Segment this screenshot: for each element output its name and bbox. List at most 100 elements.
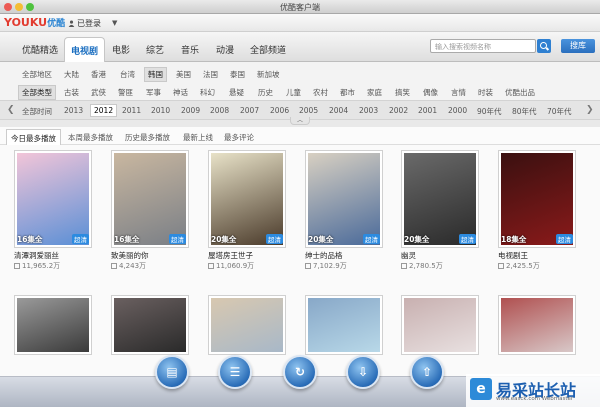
video-card[interactable] — [14, 295, 92, 355]
filter-genre-item[interactable]: 军事 — [146, 87, 161, 98]
video-card[interactable]: 20集全 超清 屋塔房王世子 11,060.9万 — [208, 150, 286, 271]
filter-region-item-selected[interactable]: 韩国 — [144, 67, 167, 82]
login-status[interactable]: 已登录 — [68, 18, 101, 29]
video-title[interactable]: 屋塔房王世子 — [208, 250, 286, 261]
filter-genre-item[interactable]: 言情 — [451, 87, 466, 98]
filter-year-item-selected[interactable]: 2012 — [90, 104, 118, 117]
sort-tab-comments[interactable]: 最多评论 — [224, 132, 254, 143]
filter-genre-item[interactable]: 古装 — [64, 87, 79, 98]
video-card[interactable]: 16集全 超清 致美丽的你 4,243万 — [111, 150, 189, 271]
filter-genre-item[interactable]: 悬疑 — [229, 87, 244, 98]
filter-year-item[interactable]: 70年代 — [547, 106, 572, 117]
filter-genre-item[interactable]: 偶像 — [423, 87, 438, 98]
year-next-icon[interactable]: ❯ — [586, 105, 594, 115]
filter-year-item[interactable]: 2002 — [389, 106, 408, 115]
year-prev-icon[interactable]: ❮ — [7, 105, 15, 115]
filter-genre-item[interactable]: 优酷出品 — [505, 87, 535, 98]
sort-tab-newest[interactable]: 最新上线 — [183, 132, 213, 143]
filter-region-item[interactable]: 全部地区 — [22, 69, 52, 80]
filter-year-item[interactable]: 2007 — [240, 106, 259, 115]
upload-icon[interactable]: ⇧ — [410, 355, 444, 389]
download-icon[interactable]: ⇩ — [346, 355, 380, 389]
search-icon[interactable] — [537, 39, 551, 53]
filter-year-item[interactable]: 2001 — [418, 106, 437, 115]
video-title[interactable]: 清潭洞爱丽丝 — [14, 250, 92, 261]
play-count-icon — [498, 263, 504, 269]
filter-genre-item[interactable]: 武侠 — [91, 87, 106, 98]
filter-year-item[interactable]: 90年代 — [477, 106, 502, 117]
menu-caret-icon[interactable]: ▼ — [112, 19, 117, 27]
list-icon[interactable]: ☰ — [218, 355, 252, 389]
video-card[interactable] — [498, 295, 576, 355]
filter-year-item[interactable]: 2005 — [299, 106, 318, 115]
filter-region-item[interactable]: 香港 — [91, 69, 106, 80]
filter-region-item[interactable]: 法国 — [203, 69, 218, 80]
filter-year-item[interactable]: 2010 — [151, 106, 170, 115]
filter-genre-item[interactable]: 家庭 — [367, 87, 382, 98]
video-card[interactable] — [401, 295, 479, 355]
filter-year-item[interactable]: 2004 — [329, 106, 348, 115]
poster-image — [308, 153, 380, 245]
filter-year-item[interactable]: 2006 — [270, 106, 289, 115]
refresh-icon[interactable]: ↻ — [283, 355, 317, 389]
filter-region-item[interactable]: 泰国 — [230, 69, 245, 80]
filter-region-item[interactable]: 大陆 — [64, 69, 79, 80]
filter-genre-item[interactable]: 儿童 — [286, 87, 301, 98]
video-poster[interactable]: 18集全 超清 — [498, 150, 576, 248]
filter-region-item[interactable]: 新加坡 — [257, 69, 280, 80]
nav-music[interactable]: 音乐 — [181, 43, 199, 56]
nav-variety[interactable]: 综艺 — [146, 43, 164, 56]
filter-genre-item-selected[interactable]: 全部类型 — [18, 85, 56, 100]
filter-genre-item[interactable]: 警匪 — [118, 87, 133, 98]
video-poster[interactable]: 20集全 超清 — [305, 150, 383, 248]
film-icon[interactable]: ▤ — [155, 355, 189, 389]
filter-year-item[interactable]: 全部时间 — [22, 106, 52, 117]
filter-genre-item[interactable]: 时装 — [478, 87, 493, 98]
video-title[interactable]: 幽灵 — [401, 250, 479, 261]
filter-genre-item[interactable]: 神话 — [173, 87, 188, 98]
filter-year-item[interactable]: 2009 — [181, 106, 200, 115]
video-card[interactable] — [208, 295, 286, 355]
nav-anime[interactable]: 动漫 — [216, 43, 234, 56]
sort-tab-week[interactable]: 本周最多播放 — [68, 132, 113, 143]
video-card[interactable] — [305, 295, 383, 355]
filter-year-item[interactable]: 2013 — [64, 106, 83, 115]
video-card[interactable]: 20集全 超清 绅士的品格 7,102.9万 — [305, 150, 383, 271]
filter-year-item[interactable]: 2008 — [210, 106, 229, 115]
nav-featured[interactable]: 优酷精选 — [22, 43, 58, 56]
video-card[interactable]: 18集全 超清 电视剧王 2,425.5万 — [498, 150, 576, 271]
filter-region-item[interactable]: 美国 — [176, 69, 191, 80]
filter-genre-item[interactable]: 都市 — [340, 87, 355, 98]
sort-tab-today[interactable]: 今日最多播放 — [6, 129, 61, 145]
filter-genre-item[interactable]: 科幻 — [200, 87, 215, 98]
filter-genre-item[interactable]: 农村 — [313, 87, 328, 98]
nav-tv-series[interactable]: 电视剧 — [64, 37, 106, 62]
filter-year-item[interactable]: 2003 — [359, 106, 378, 115]
filter-year-item[interactable]: 2000 — [448, 106, 467, 115]
library-search-button[interactable]: 搜库 — [561, 39, 595, 53]
nav-movies[interactable]: 电影 — [112, 43, 130, 56]
filter-year-item[interactable]: 80年代 — [512, 106, 537, 117]
video-poster[interactable]: 16集全 超清 — [14, 150, 92, 248]
watermark-logo-icon: e — [470, 378, 492, 400]
video-poster[interactable]: 20集全 超清 — [401, 150, 479, 248]
search-input[interactable]: 输入搜索视频名称 — [430, 39, 536, 53]
youku-logo[interactable]: YOUKU优酷 — [4, 16, 65, 29]
nav-all-channels[interactable]: 全部频道 — [250, 43, 286, 56]
video-poster[interactable]: 16集全 超清 — [111, 150, 189, 248]
collapse-filters-icon[interactable]: ︿ — [290, 117, 310, 125]
video-card[interactable]: 20集全 超清 幽灵 2,780.5万 — [401, 150, 479, 271]
filter-genre-item[interactable]: 搞笑 — [395, 87, 410, 98]
video-title[interactable]: 绅士的品格 — [305, 250, 383, 261]
logo-text-ku: 优酷 — [47, 19, 66, 29]
filter-region-item[interactable]: 台湾 — [120, 69, 135, 80]
play-count-icon — [208, 263, 214, 269]
sort-tab-alltime[interactable]: 历史最多播放 — [125, 132, 170, 143]
video-card[interactable]: 16集全 超清 清潭洞爱丽丝 11,965.2万 — [14, 150, 92, 271]
video-title[interactable]: 致美丽的你 — [111, 250, 189, 261]
video-card[interactable] — [111, 295, 189, 355]
filter-year-item[interactable]: 2011 — [122, 106, 141, 115]
video-title[interactable]: 电视剧王 — [498, 250, 576, 261]
video-poster[interactable]: 20集全 超清 — [208, 150, 286, 248]
filter-genre-item[interactable]: 历史 — [258, 87, 273, 98]
